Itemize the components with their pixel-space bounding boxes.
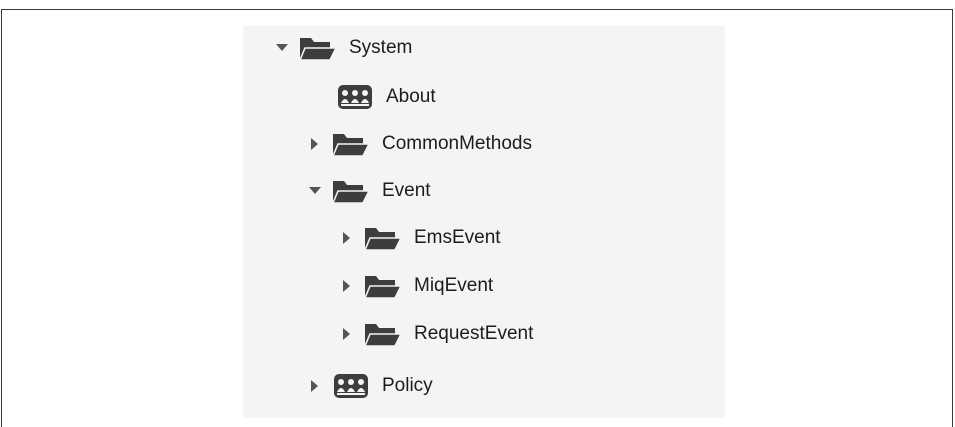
tree-node-label: RequestEvent: [414, 323, 534, 344]
tree-node-label: MiqEvent: [414, 275, 494, 296]
tree-node-policy[interactable]: Policy: [308, 370, 433, 402]
tree-node-event[interactable]: Event: [308, 175, 431, 207]
expand-toggle-icon[interactable]: [308, 184, 322, 198]
tree-node-emsevent[interactable]: EmsEvent: [340, 222, 501, 254]
tree-node-miqevent[interactable]: MiqEvent: [340, 270, 493, 302]
class-icon: [332, 372, 370, 400]
collapse-toggle-icon[interactable]: [340, 231, 354, 245]
folder-open-icon: [332, 130, 370, 158]
tree-node-label: CommonMethods: [382, 133, 532, 154]
class-icon: [336, 83, 374, 111]
tree-node-label: Policy: [382, 375, 433, 396]
collapse-toggle-icon[interactable]: [308, 379, 322, 393]
tree-node-label: About: [386, 86, 436, 107]
collapse-toggle-icon[interactable]: [308, 137, 322, 151]
collapse-toggle-icon[interactable]: [340, 279, 354, 293]
tree-node-label: Event: [382, 180, 431, 201]
expand-toggle-icon[interactable]: [275, 41, 289, 55]
tree-node-commonmethods[interactable]: CommonMethods: [308, 128, 532, 160]
tree-node-label: EmsEvent: [414, 227, 501, 248]
collapse-toggle-icon[interactable]: [340, 327, 354, 341]
tree-node-system[interactable]: System: [275, 32, 412, 64]
folder-open-icon: [364, 224, 402, 252]
tree-node-label: System: [349, 37, 413, 58]
folder-open-icon: [332, 177, 370, 205]
folder-open-icon: [299, 34, 337, 62]
tree-panel: System About CommonMethods Event EmsEven…: [243, 26, 725, 418]
tree-node-requestevent[interactable]: RequestEvent: [340, 318, 533, 350]
tree-node-about[interactable]: About: [312, 81, 436, 113]
folder-open-icon: [364, 320, 402, 348]
folder-open-icon: [364, 272, 402, 300]
